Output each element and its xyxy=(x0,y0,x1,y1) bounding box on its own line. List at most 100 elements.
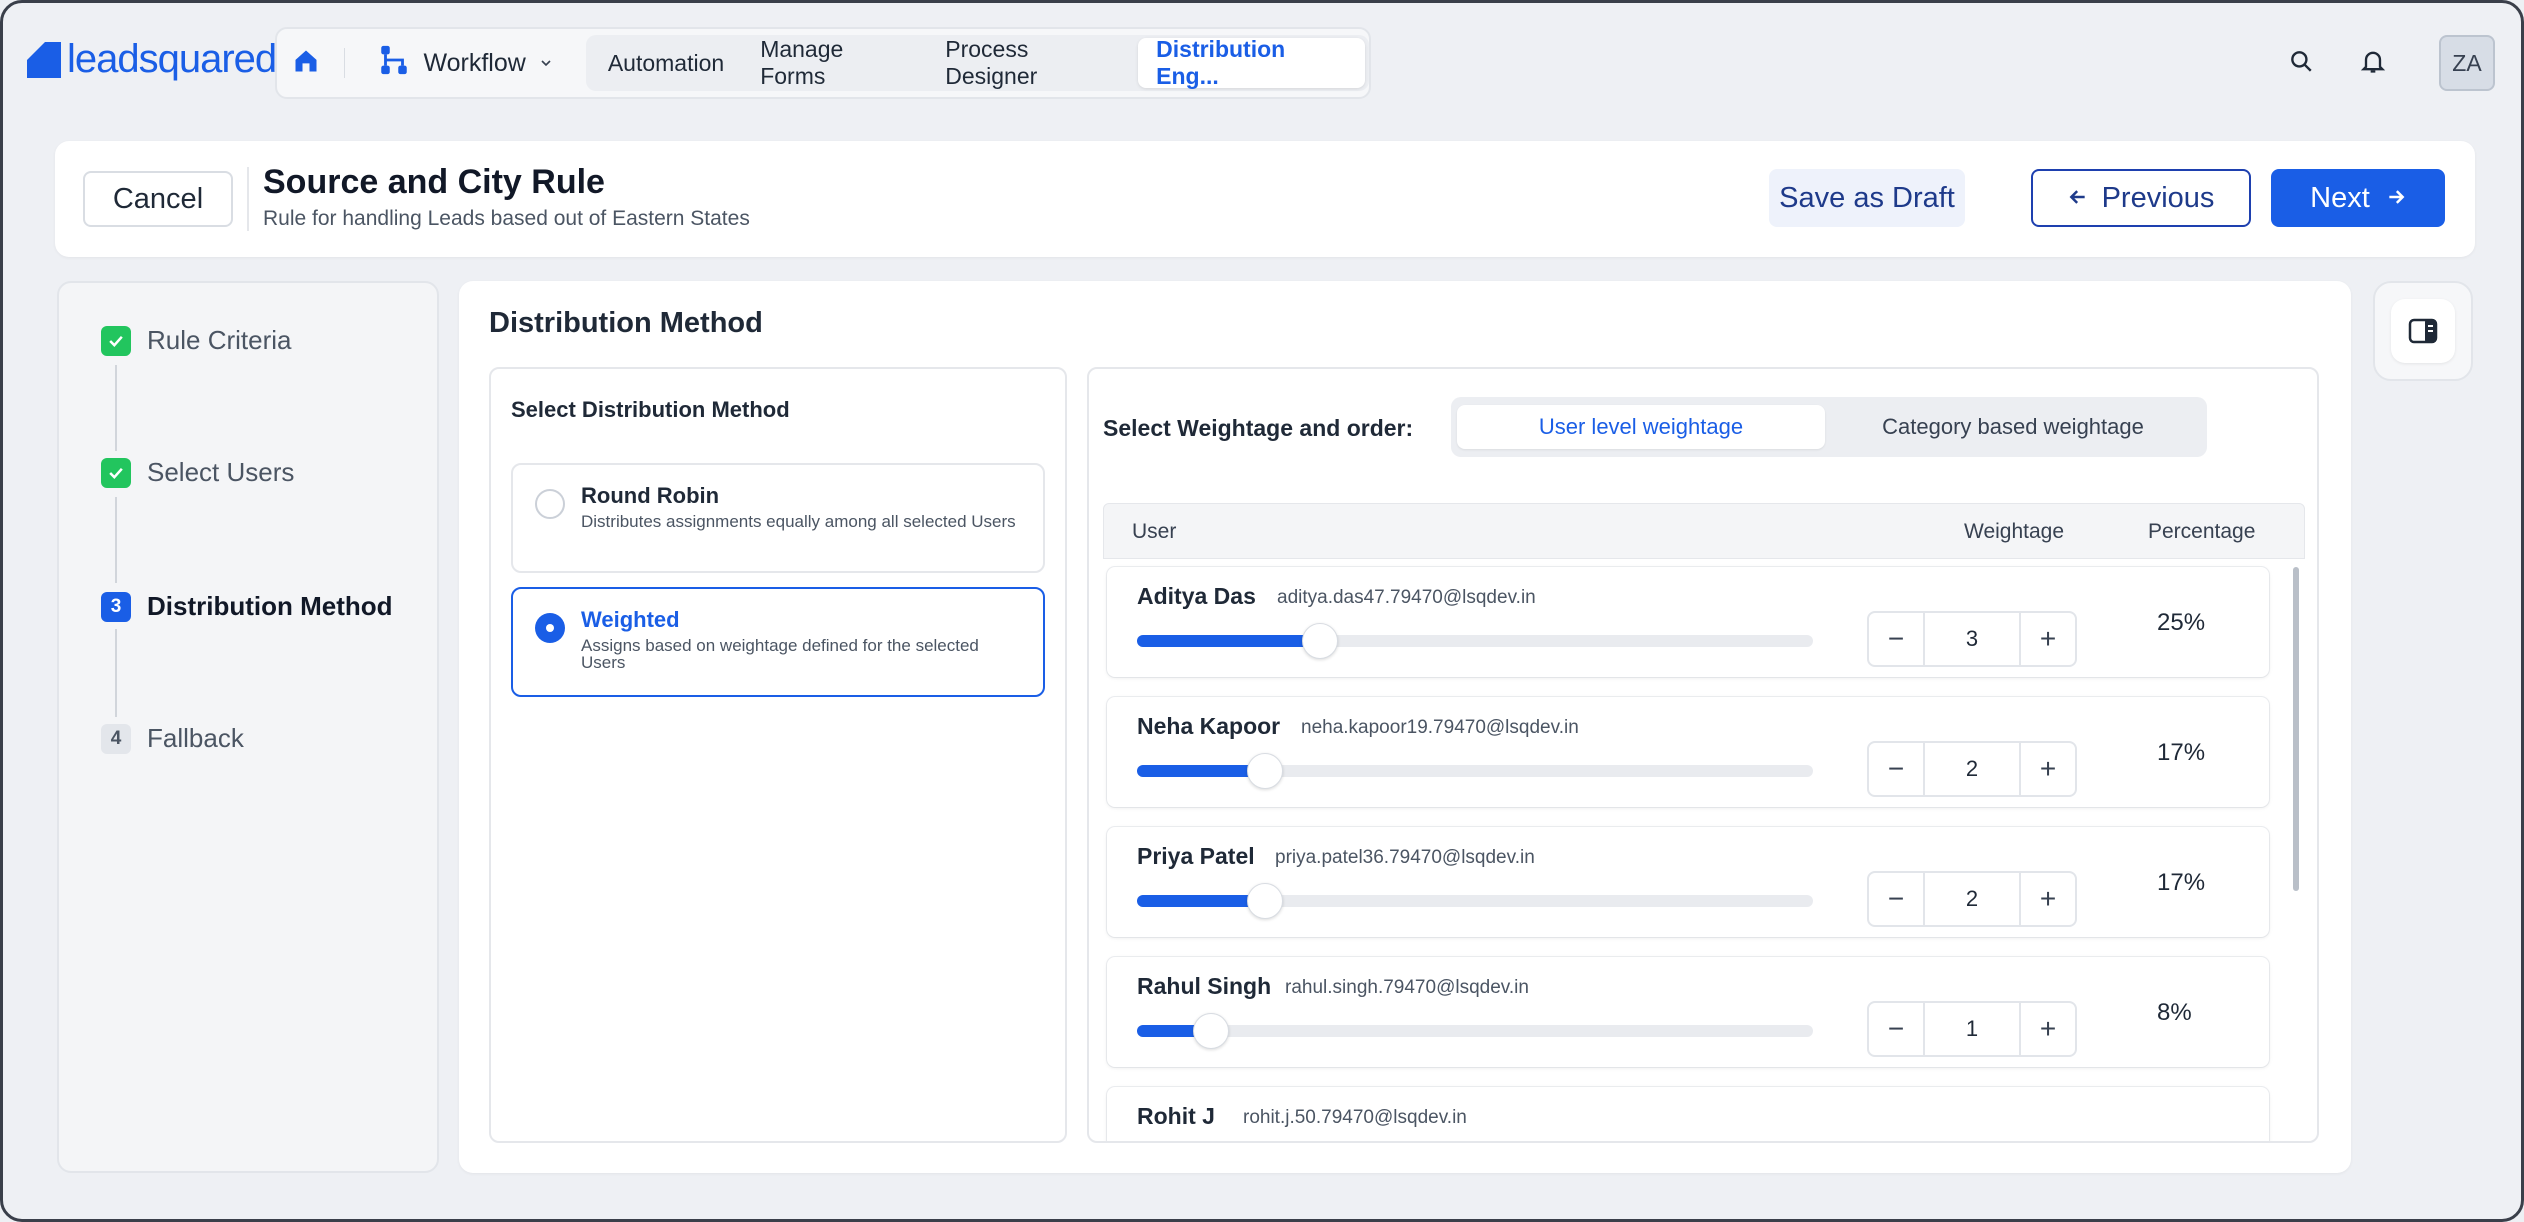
notifications-button[interactable] xyxy=(2353,43,2393,83)
step-label: Rule Criteria xyxy=(147,325,292,355)
increment-button[interactable]: + xyxy=(2021,743,2075,795)
previous-label: Previous xyxy=(2101,181,2215,214)
weight-value[interactable]: 3 xyxy=(1923,613,2021,665)
bell-icon xyxy=(2359,47,2387,80)
next-button[interactable]: Next xyxy=(2271,169,2445,227)
tab-distribution-engine[interactable]: Distribution Eng... xyxy=(1138,36,1365,89)
col-user: User xyxy=(1132,520,1177,543)
slider-thumb[interactable] xyxy=(1193,1013,1230,1049)
rule-header: Cancel Source and City Rule Rule for han… xyxy=(55,141,2475,257)
table-header: User Weightage Percentage xyxy=(1103,503,2305,559)
tab-category-weightage[interactable]: Category based weightage xyxy=(1825,405,2201,449)
step-fallback[interactable]: 4 Fallback xyxy=(101,723,244,754)
slider-thumb[interactable] xyxy=(1301,623,1338,659)
tab-manage-forms[interactable]: Manage Forms xyxy=(742,36,927,89)
slider-thumb[interactable] xyxy=(1247,753,1284,789)
method-title: Round Robin xyxy=(581,483,720,508)
decrement-button[interactable]: − xyxy=(1869,1003,1923,1055)
weightage-panel: Select Weightage and order: User level w… xyxy=(1087,367,2319,1143)
col-weightage: Weightage xyxy=(1964,520,2065,543)
weight-slider[interactable] xyxy=(1137,1013,1813,1049)
step-rule-criteria[interactable]: Rule Criteria xyxy=(101,325,292,356)
cancel-button[interactable]: Cancel xyxy=(83,171,233,227)
radio-round-robin[interactable] xyxy=(535,489,565,519)
user-email: neha.kapoor19.79470@lsqdev.in xyxy=(1301,717,1579,738)
section-title: Distribution Method xyxy=(489,307,763,339)
weight-slider[interactable] xyxy=(1137,753,1813,789)
increment-button[interactable]: + xyxy=(2021,613,2075,665)
main-nav: Workflow Automation Manage Forms Process… xyxy=(275,27,1371,99)
user-email: aditya.das47.79470@lsqdev.in xyxy=(1277,587,1536,608)
list-scrollbar[interactable] xyxy=(2293,567,2299,891)
steps-sidebar: Rule Criteria Select Users 3 Distributio… xyxy=(57,281,439,1173)
method-weighted[interactable]: Weighted Assigns based on weightage defi… xyxy=(511,587,1045,697)
tab-user-level-weightage[interactable]: User level weightage xyxy=(1457,405,1825,449)
weight-slider[interactable] xyxy=(1137,883,1813,919)
home-icon xyxy=(292,47,320,80)
step-number: 3 xyxy=(101,591,131,622)
table-row: Rahul Singh rahul.singh.79470@lsqdev.in … xyxy=(1107,957,2269,1067)
workflow-dropdown[interactable]: Workflow xyxy=(353,29,573,97)
user-percentage: 17% xyxy=(2157,739,2206,766)
check-icon xyxy=(101,457,131,488)
main-panel: Distribution Method Select Distribution … xyxy=(459,281,2351,1173)
slider-thumb[interactable] xyxy=(1247,883,1284,919)
brand-logo[interactable]: leadsquared xyxy=(27,37,277,82)
weight-value[interactable]: 2 xyxy=(1923,873,2021,925)
next-label: Next xyxy=(2310,181,2370,214)
workflow-icon xyxy=(377,43,411,84)
user-avatar[interactable]: ZA xyxy=(2439,35,2495,91)
header-divider xyxy=(247,167,249,231)
radio-weighted[interactable] xyxy=(535,613,565,643)
user-email: rahul.singh.79470@lsqdev.in xyxy=(1285,977,1529,998)
user-name: Rohit J xyxy=(1137,1103,1215,1129)
table-row: Aditya Das aditya.das47.79470@lsqdev.in … xyxy=(1107,567,2269,677)
decrement-button[interactable]: − xyxy=(1869,613,1923,665)
weight-slider[interactable] xyxy=(1137,623,1813,659)
increment-button[interactable]: + xyxy=(2021,873,2075,925)
decrement-button[interactable]: − xyxy=(1869,743,1923,795)
method-round-robin[interactable]: Round Robin Distributes assignments equa… xyxy=(511,463,1045,573)
page-subtitle: Rule for handling Leads based out of Eas… xyxy=(263,207,750,230)
save-draft-button[interactable]: Save as Draft xyxy=(1769,169,1965,227)
table-row: Neha Kapoor neha.kapoor19.79470@lsqdev.i… xyxy=(1107,697,2269,807)
weight-stepper: − 2 + xyxy=(1867,741,2077,797)
step-label: Select Users xyxy=(147,457,295,487)
weightage-toggle: User level weightage Category based weig… xyxy=(1451,397,2207,457)
page-title: Source and City Rule xyxy=(263,163,605,201)
user-percentage: 8% xyxy=(2157,999,2192,1026)
tab-process-designer[interactable]: Process Designer xyxy=(927,36,1138,89)
step-distribution-method[interactable]: 3 Distribution Method xyxy=(101,591,393,622)
step-connector xyxy=(115,629,117,717)
step-number: 4 xyxy=(101,723,131,754)
search-icon xyxy=(2288,48,2314,79)
method-description: Assigns based on weightage defined for t… xyxy=(581,636,979,672)
slider-fill xyxy=(1137,765,1266,777)
logo-mark xyxy=(27,41,61,78)
method-description: Distributes assignments equally among al… xyxy=(581,512,1016,531)
col-percentage: Percentage xyxy=(2148,520,2256,543)
weight-value[interactable]: 1 xyxy=(1923,1003,2021,1055)
increment-button[interactable]: + xyxy=(2021,1003,2075,1055)
home-button[interactable] xyxy=(277,29,336,97)
logo-text: leadsquared xyxy=(67,37,277,81)
search-button[interactable] xyxy=(2281,43,2321,83)
table-row: Priya Patel priya.patel36.79470@lsqdev.i… xyxy=(1107,827,2269,937)
step-select-users[interactable]: Select Users xyxy=(101,457,294,488)
nav-tabs: Automation Manage Forms Process Designer… xyxy=(585,35,1369,91)
panel-toggle-button[interactable] xyxy=(2373,281,2473,381)
user-email: priya.patel36.79470@lsqdev.in xyxy=(1275,847,1535,868)
nav-divider xyxy=(343,48,346,78)
user-percentage: 25% xyxy=(2157,609,2206,636)
weight-stepper: − 2 + xyxy=(1867,871,2077,927)
weight-value[interactable]: 2 xyxy=(1923,743,2021,795)
sidebar-toggle-icon xyxy=(2391,299,2455,363)
decrement-button[interactable]: − xyxy=(1869,873,1923,925)
previous-button[interactable]: Previous xyxy=(2031,169,2251,227)
tab-automation[interactable]: Automation xyxy=(590,38,742,88)
weight-stepper: − 3 + xyxy=(1867,611,2077,667)
workflow-label: Workflow xyxy=(423,48,526,77)
app-window: leadsquared Workflow Automation Manage F… xyxy=(0,0,2524,1222)
user-name: Aditya Das xyxy=(1137,583,1256,609)
step-label: Fallback xyxy=(147,723,244,753)
